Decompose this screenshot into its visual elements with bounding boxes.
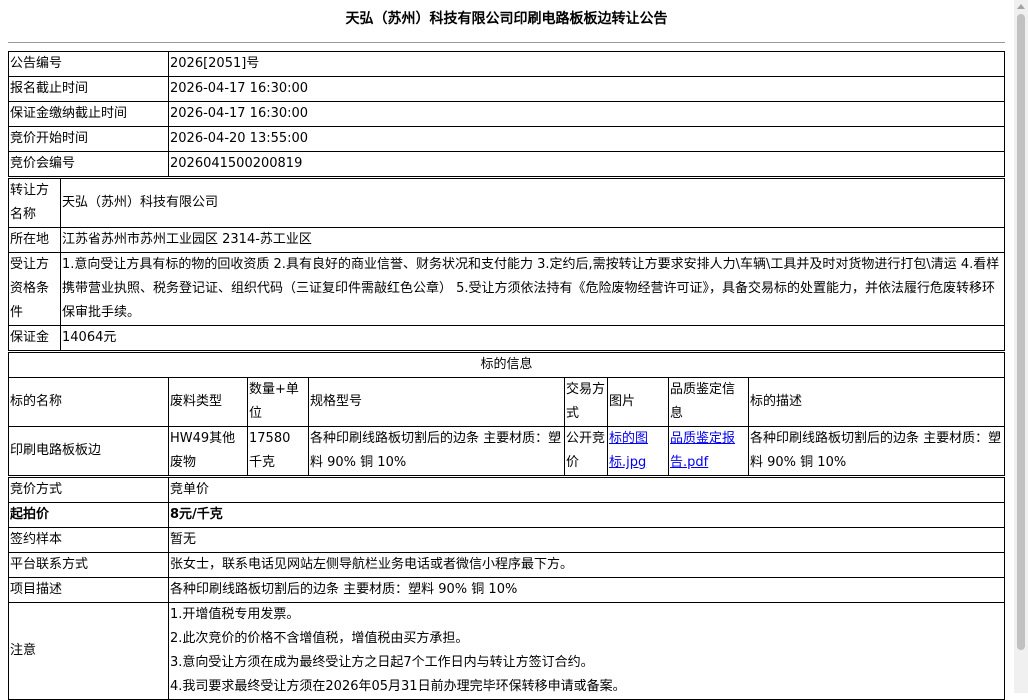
item-description: 各种印刷线路板切割后的边条 主要材质：塑料 90% 铜 10% — [748, 426, 1005, 476]
label-cell: 受让方资格条件 — [8, 252, 61, 326]
quality-report-link[interactable]: 品质鉴定报告.pdf — [670, 431, 735, 470]
label-cell: 竞价开始时间 — [8, 126, 169, 152]
bidding-start-time: 2026-04-20 13:55:00 — [168, 126, 1005, 152]
item-section-title: 标的信息 — [8, 352, 1005, 378]
column-header: 品质鉴定信息 — [668, 377, 749, 427]
trade-mode: 公开竞价 — [564, 426, 608, 476]
column-header: 标的名称 — [8, 377, 169, 427]
announcement-number: 2026[2051]号 — [168, 51, 1005, 77]
table-row: 起拍价 8元/千克 — [8, 502, 1005, 528]
table-row: 竞价开始时间 2026-04-20 13:55:00 — [8, 126, 1005, 152]
notice-line: 1.开增值税专用发票。 — [170, 607, 300, 622]
table-row: 保证金 14064元 — [8, 325, 1005, 351]
table-row: 报名截止时间 2026-04-17 16:30:00 — [8, 76, 1005, 102]
label-cell: 平台联系方式 — [8, 552, 169, 578]
column-header: 数量+单位 — [247, 377, 309, 427]
deposit-deadline: 2026-04-17 16:30:00 — [168, 101, 1005, 127]
table-row: 注意 1.开增值税专用发票。 2.此次竞价的价格不含增值税，增值税由买方承担。 … — [8, 602, 1005, 700]
column-header: 标的描述 — [748, 377, 1005, 427]
label-cell: 竞价会编号 — [8, 151, 169, 177]
label-cell: 注意 — [8, 602, 169, 700]
page-title: 天弘（苏州）科技有限公司印刷电路板板边转让公告 — [345, 11, 668, 27]
table-row: 保证金缴纳截止时间 2026-04-17 16:30:00 — [8, 101, 1005, 127]
title-divider — [8, 42, 1005, 43]
seller-location: 江苏省苏州市苏州工业园区 2314-苏工业区 — [60, 227, 1005, 253]
table-row: 签约样本 暂无 — [8, 527, 1005, 553]
scrollbar-thumb[interactable] — [1017, 14, 1025, 650]
table-row: 公告编号 2026[2051]号 — [8, 51, 1005, 77]
notice-line: 4.我司要求最终受让方须在2026年05月31日前办理完毕环保转移申请或备案。 — [170, 679, 626, 694]
seller-name: 天弘（苏州）科技有限公司 — [60, 178, 1005, 228]
platform-contact: 张女士，联系电话见网站左侧导航栏业务电话或者微信小程序最下方。 — [168, 552, 1005, 578]
notice-content: 1.开增值税专用发票。 2.此次竞价的价格不含增值税，增值税由买方承担。 3.意… — [168, 602, 1005, 700]
table-row: 转让方名称 天弘（苏州）科技有限公司 — [8, 178, 1005, 228]
quality-cell: 品质鉴定报告.pdf — [668, 426, 749, 476]
specification: 各种印刷线路板切割后的边条 主要材质：塑料 90% 铜 10% — [308, 426, 565, 476]
bidding-method: 竞单价 — [168, 477, 1005, 503]
table-row: 竞价会编号 2026041500200819 — [8, 151, 1005, 177]
bidding-info-table: 竞价方式 竞单价 起拍价 8元/千克 签约样本 暂无 平台联系方式 张女士，联系… — [8, 477, 1005, 700]
seller-info-table: 转让方名称 天弘（苏州）科技有限公司 所在地 江苏省苏州市苏州工业园区 2314… — [8, 178, 1005, 351]
label-cell: 公告编号 — [8, 51, 169, 77]
column-header: 交易方式 — [564, 377, 608, 427]
section-header-row: 标的信息 — [8, 352, 1005, 378]
notice-line: 2.此次竞价的价格不含增值税，增值税由买方承担。 — [170, 631, 469, 646]
table-row: 所在地 江苏省苏州市苏州工业园区 2314-苏工业区 — [8, 227, 1005, 253]
project-description: 各种印刷线路板切割后的边条 主要材质：塑料 90% 铜 10% — [168, 577, 1005, 603]
label-cell: 项目描述 — [8, 577, 169, 603]
label-cell: 保证金 — [8, 325, 61, 351]
buyer-qualifications: 1.意向受让方具有标的物的回收资质 2.具有良好的商业信誉、财务状况和支付能力 … — [60, 252, 1005, 326]
item-name: 印刷电路板板边 — [8, 426, 169, 476]
column-header: 图片 — [607, 377, 669, 427]
label-cell: 保证金缴纳截止时间 — [8, 101, 169, 127]
table-row: 印刷电路板板边 HW49其他废物 17580 千克 各种印刷线路板切割后的边条 … — [8, 426, 1005, 476]
image-cell: 标的图标.jpg — [607, 426, 669, 476]
label-cell: 签约样本 — [8, 527, 169, 553]
registration-deadline: 2026-04-17 16:30:00 — [168, 76, 1005, 102]
table-row: 受让方资格条件 1.意向受让方具有标的物的回收资质 2.具有良好的商业信誉、财务… — [8, 252, 1005, 326]
waste-type: HW49其他废物 — [168, 426, 248, 476]
label-cell: 起拍价 — [8, 502, 169, 528]
table-row: 平台联系方式 张女士，联系电话见网站左侧导航栏业务电话或者微信小程序最下方。 — [8, 552, 1005, 578]
header-row: 标的名称 废料类型 数量+单位 规格型号 交易方式 图片 品质鉴定信息 标的描述 — [8, 377, 1005, 427]
quantity: 17580 千克 — [247, 426, 309, 476]
table-row: 竞价方式 竞单价 — [8, 477, 1005, 503]
table-row: 项目描述 各种印刷线路板切割后的边条 主要材质：塑料 90% 铜 10% — [8, 577, 1005, 603]
scroll-up-arrow-icon[interactable] — [1017, 4, 1025, 9]
auction-number: 2026041500200819 — [168, 151, 1005, 177]
announcement-page: 天弘（苏州）科技有限公司印刷电路板板边转让公告 公告编号 2026[2051]号… — [8, 0, 1005, 700]
label-cell: 转让方名称 — [8, 178, 61, 228]
contract-sample: 暂无 — [168, 527, 1005, 553]
item-image-link[interactable]: 标的图标.jpg — [609, 431, 648, 470]
notice-line: 3.意向受让方须在成为最终受让方之日起7个工作日内与转让方签订合约。 — [170, 655, 594, 670]
deposit-amount: 14064元 — [60, 325, 1005, 351]
label-cell: 报名截止时间 — [8, 76, 169, 102]
item-info-table: 标的信息 标的名称 废料类型 数量+单位 规格型号 交易方式 图片 品质鉴定信息… — [8, 352, 1005, 476]
starting-price: 8元/千克 — [168, 502, 1005, 528]
column-header: 规格型号 — [308, 377, 565, 427]
basic-info-table: 公告编号 2026[2051]号 报名截止时间 2026-04-17 16:30… — [8, 51, 1005, 177]
label-cell: 竞价方式 — [8, 477, 169, 503]
column-header: 废料类型 — [168, 377, 248, 427]
label-cell: 所在地 — [8, 227, 61, 253]
vertical-scrollbar[interactable] — [1014, 0, 1028, 693]
